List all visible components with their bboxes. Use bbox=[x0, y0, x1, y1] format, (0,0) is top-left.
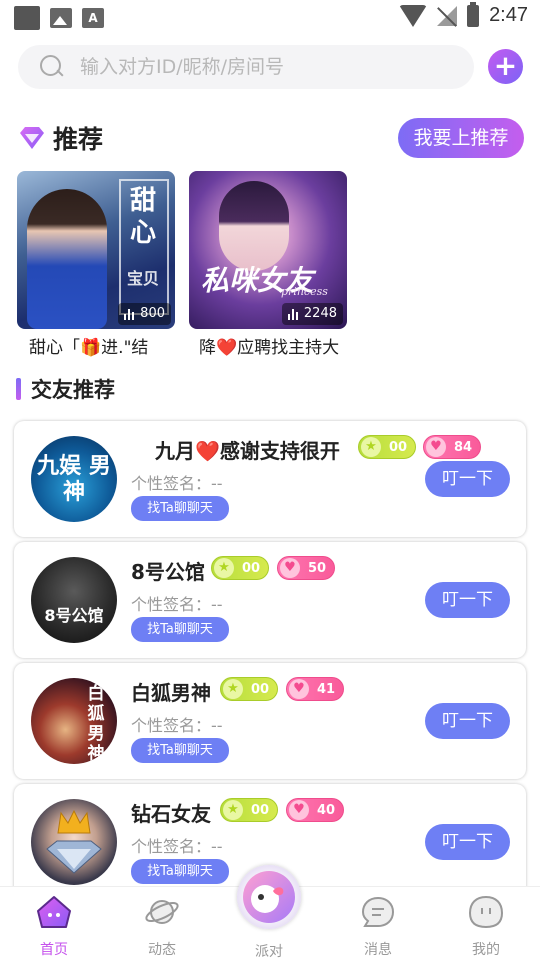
star-icon: ★ bbox=[223, 679, 243, 699]
star-level-badge: ★ 00 bbox=[211, 556, 269, 580]
user-card[interactable]: 九娱 男神 九月❤️感谢支持很开 ★ 00 ♥ 84 个性签名：-- 找Ta聊聊天 … bbox=[14, 421, 526, 537]
room-card[interactable]: 甜心 宝贝 800 甜心「🎁进."结 bbox=[17, 171, 175, 358]
avatar[interactable]: 白狐男神 bbox=[31, 678, 117, 764]
heart-icon: ♥ bbox=[280, 558, 300, 578]
diamond-icon bbox=[20, 127, 44, 149]
chat-button[interactable]: 找Ta聊聊天 bbox=[131, 617, 229, 642]
apply-recommend-button[interactable]: 我要上推荐 bbox=[398, 118, 524, 158]
avatar[interactable]: 8号公馆 bbox=[31, 557, 117, 643]
room-cover-image: 私咪女友 princess 2248 bbox=[189, 171, 347, 329]
signature-text: 个性签名：-- bbox=[131, 716, 223, 735]
signature-text: 个性签名：-- bbox=[131, 837, 223, 856]
room-cover-image: 甜心 宝贝 800 bbox=[17, 171, 175, 329]
heart-icon: ♥ bbox=[289, 800, 309, 820]
no-signal-icon bbox=[437, 5, 458, 26]
search-bar[interactable] bbox=[18, 45, 474, 89]
room-card[interactable]: 私咪女友 princess 2248 降❤️应聘找主持大 bbox=[189, 171, 347, 358]
user-name: 白狐男神 bbox=[131, 681, 211, 705]
avatar[interactable] bbox=[31, 799, 117, 885]
room-listener-count: 800 bbox=[118, 303, 171, 325]
chat-button[interactable]: 找Ta聊聊天 bbox=[131, 859, 229, 884]
add-button[interactable]: + bbox=[488, 49, 523, 84]
room-cover-subtext: princess bbox=[281, 285, 328, 298]
star-icon: ★ bbox=[214, 558, 234, 578]
room-title: 降❤️应聘找主持大 bbox=[199, 338, 340, 358]
friend-recommend-title: 交友推荐 bbox=[31, 378, 115, 402]
user-name: 钻石女友 bbox=[131, 802, 211, 826]
tab-party-label: 派对 bbox=[255, 944, 283, 960]
recommend-title: 推荐 bbox=[53, 125, 104, 154]
star-icon: ★ bbox=[361, 437, 381, 457]
signature-text: 个性签名：-- bbox=[131, 474, 223, 493]
user-card[interactable]: 白狐男神 白狐男神 ★ 00 ♥ 41 个性签名：-- 找Ta聊聊天 叮一下 bbox=[14, 663, 526, 779]
friend-recommend-header: 交友推荐 bbox=[16, 374, 115, 404]
bottom-tab-bar: 首页 动态 派对 消息 我的 bbox=[0, 865, 540, 960]
charm-level-badge: ♥ 40 bbox=[286, 798, 344, 822]
diamond-ring-icon bbox=[46, 840, 102, 874]
image-notification-icon bbox=[50, 8, 72, 28]
search-input[interactable] bbox=[80, 56, 420, 78]
tab-moments[interactable]: 动态 bbox=[122, 895, 202, 959]
room-listener-count: 2248 bbox=[281, 303, 343, 325]
planet-icon bbox=[145, 900, 179, 924]
crown-icon bbox=[57, 809, 91, 834]
tab-messages[interactable]: 消息 bbox=[338, 895, 418, 959]
notification-app-icon bbox=[14, 6, 40, 30]
wifi-icon bbox=[399, 4, 428, 27]
profile-icon bbox=[468, 895, 504, 929]
star-icon: ★ bbox=[223, 800, 243, 820]
a-notification-icon: A bbox=[82, 8, 104, 28]
room-cover-text: 甜心 bbox=[129, 186, 156, 248]
poke-button[interactable]: 叮一下 bbox=[425, 461, 510, 497]
home-icon bbox=[37, 896, 71, 928]
recommend-cards: 甜心 宝贝 800 甜心「🎁进."结 私咪女友 princess 2248 降❤… bbox=[17, 171, 537, 361]
chat-button[interactable]: 找Ta聊聊天 bbox=[131, 738, 229, 763]
poke-button[interactable]: 叮一下 bbox=[425, 703, 510, 739]
heart-icon: ♥ bbox=[289, 679, 309, 699]
bars-icon bbox=[124, 308, 136, 320]
tab-home[interactable]: 首页 bbox=[14, 895, 94, 959]
chat-button[interactable]: 找Ta聊聊天 bbox=[131, 496, 229, 521]
tab-profile[interactable]: 我的 bbox=[446, 895, 526, 959]
section-bar bbox=[16, 378, 21, 400]
battery-icon bbox=[467, 1, 480, 27]
charm-level-badge: ♥ 84 bbox=[423, 435, 481, 459]
user-name: 8号公馆 bbox=[131, 560, 205, 584]
user-card[interactable]: 8号公馆 8号公馆 ★ 00 ♥ 50 个性签名：-- 找Ta聊聊天 叮一下 bbox=[14, 542, 526, 658]
status-bar: A 2:47 bbox=[0, 0, 540, 36]
poke-button[interactable]: 叮一下 bbox=[425, 824, 510, 860]
user-name: 九月❤️感谢支持很开 bbox=[155, 439, 340, 463]
room-cover-subtext: 宝贝 bbox=[126, 269, 159, 288]
party-button[interactable] bbox=[237, 865, 301, 929]
charm-level-badge: ♥ 50 bbox=[277, 556, 335, 580]
poke-button[interactable]: 叮一下 bbox=[425, 582, 510, 618]
party-icon bbox=[243, 871, 295, 923]
bars-icon bbox=[287, 308, 300, 320]
star-level-badge: ★ 00 bbox=[220, 677, 278, 701]
avatar[interactable]: 九娱 男神 bbox=[31, 436, 117, 522]
charm-level-badge: ♥ 41 bbox=[286, 677, 344, 701]
search-icon bbox=[40, 55, 64, 79]
heart-icon: ♥ bbox=[426, 437, 446, 457]
recommend-header: 推荐 我要上推荐 bbox=[18, 118, 524, 160]
signature-text: 个性签名：-- bbox=[131, 595, 223, 614]
room-title: 甜心「🎁进."结 bbox=[29, 338, 149, 358]
star-level-badge: ★ 00 bbox=[358, 435, 416, 459]
message-icon bbox=[361, 896, 395, 927]
star-level-badge: ★ 00 bbox=[220, 798, 278, 822]
status-time: 2:47 bbox=[489, 4, 528, 26]
